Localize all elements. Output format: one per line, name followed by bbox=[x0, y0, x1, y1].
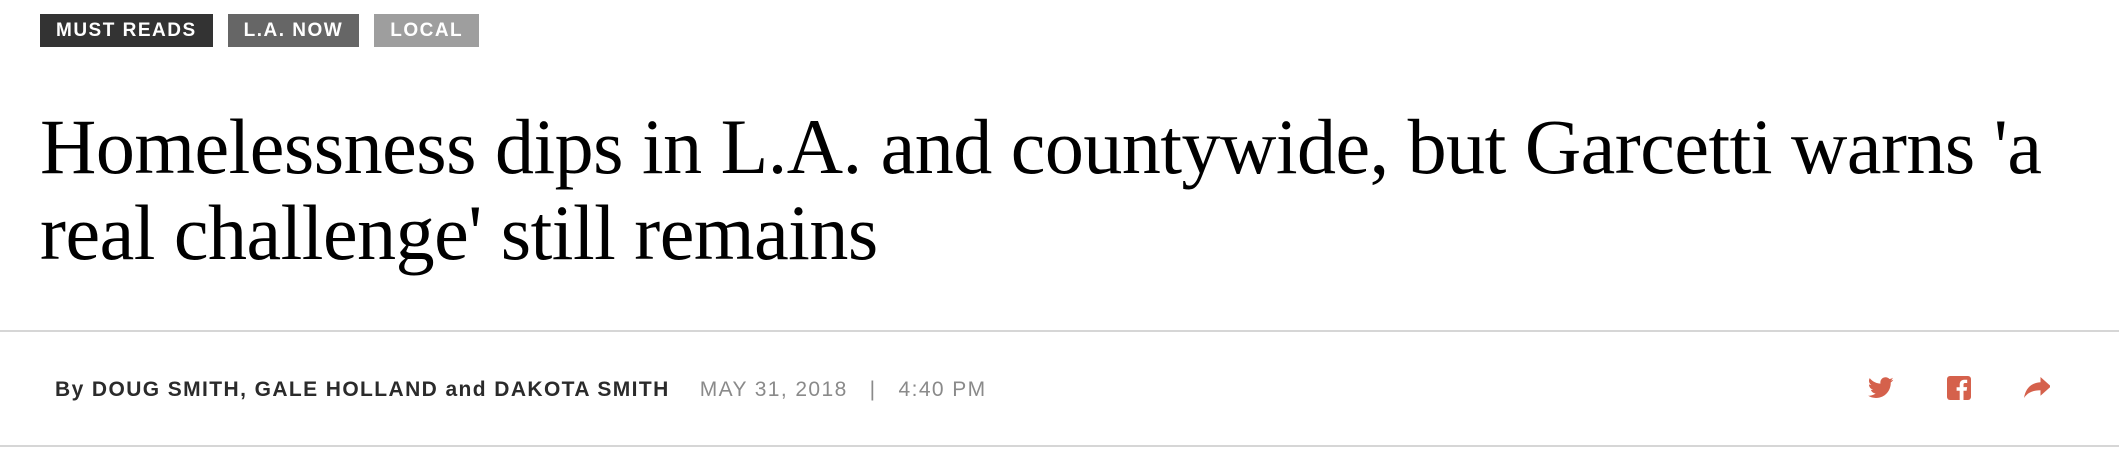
share-arrow-icon[interactable] bbox=[2021, 372, 2053, 404]
author-link-doug-smith[interactable]: DOUG SMITH bbox=[92, 378, 240, 401]
author-link-gale-holland[interactable]: GALE HOLLAND bbox=[255, 378, 439, 401]
author-link-dakota-smith[interactable]: DAKOTA SMITH bbox=[494, 378, 669, 401]
byline: By DOUG SMITH, GALE HOLLAND and DAKOTA S… bbox=[55, 378, 670, 402]
publish-date: MAY 31, 2018 bbox=[699, 378, 848, 401]
tag-must-reads[interactable]: MUST READS bbox=[40, 14, 213, 47]
facebook-icon[interactable] bbox=[1943, 372, 1975, 404]
twitter-icon[interactable] bbox=[1865, 372, 1897, 404]
byline-prefix: By bbox=[55, 378, 85, 401]
meta-separator: | bbox=[869, 378, 877, 401]
tag-la-now[interactable]: L.A. NOW bbox=[227, 14, 360, 47]
divider-top bbox=[0, 330, 2119, 332]
byline-bar: By DOUG SMITH, GALE HOLLAND and DAKOTA S… bbox=[55, 370, 987, 410]
byline-conjunction: and bbox=[445, 378, 487, 401]
publish-time: 4:40 PM bbox=[898, 378, 987, 401]
article-headline: Homelessness dips in L.A. and countywide… bbox=[40, 103, 2042, 276]
tag-local[interactable]: LOCAL bbox=[374, 14, 480, 47]
section-tags: MUST READS L.A. NOW LOCAL bbox=[40, 14, 480, 47]
byline-comma: , bbox=[240, 378, 248, 401]
publish-meta: MAY 31, 2018 | 4:40 PM bbox=[700, 378, 987, 402]
divider-bottom bbox=[0, 445, 2119, 447]
share-tools bbox=[1865, 372, 2053, 404]
